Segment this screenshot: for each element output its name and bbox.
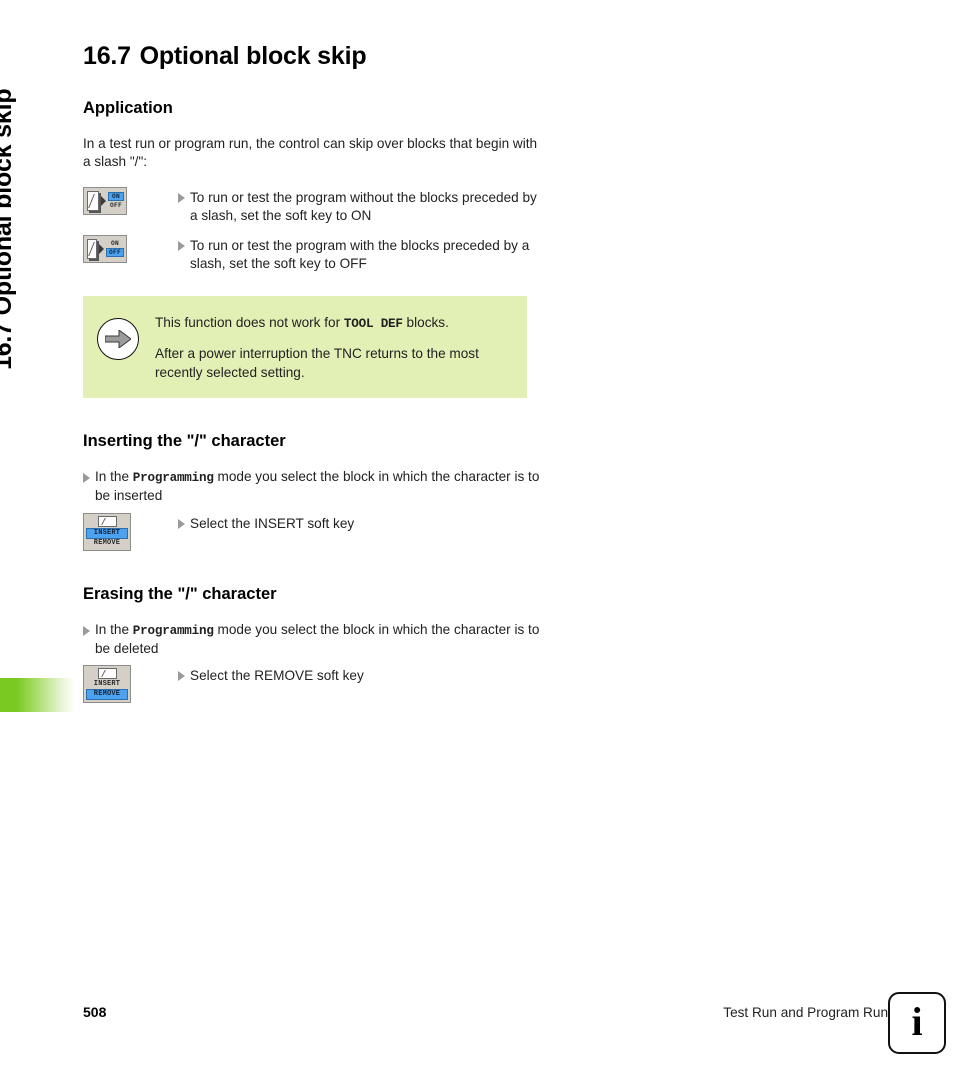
code-programming: Programming (132, 471, 214, 485)
softkey-label-remove: REMOVE (86, 689, 128, 701)
bullet-item: To run or test the program without the b… (178, 186, 543, 226)
slash-glyph-icon (87, 238, 97, 259)
softkey-insert-remove[interactable]: INSERT REMOVE (83, 512, 131, 551)
softkey-slot: INSERT REMOVE (83, 664, 178, 704)
note-line-1-after: blocks. (402, 314, 449, 330)
softkey-row-remove: INSERT REMOVE Select the REMOVE soft key (83, 664, 543, 704)
page-content: 16.7 Optional block skip Application In … (83, 42, 543, 711)
page-number: 508 (83, 1004, 107, 1020)
softkey-blockskip-on[interactable]: ON OFF (83, 186, 127, 215)
note-body: This function does not work for TOOL DEF… (155, 312, 513, 382)
bullet-text: To run or test the program with the bloc… (190, 237, 530, 272)
note-code-tool-def: TOOL DEF (343, 316, 403, 331)
bullet-text: Select the INSERT soft key (190, 515, 355, 531)
softkey-states: ON OFF (107, 192, 124, 210)
triangle-bullet-icon (83, 473, 90, 483)
bullet-text: Select the REMOVE soft key (190, 668, 364, 684)
slash-glyph-icon (87, 190, 99, 211)
arrow-right-circle-icon (97, 317, 139, 360)
bullet-item: Select the INSERT soft key (178, 512, 354, 533)
softkey-row-on: ON OFF To run or test the program withou… (83, 186, 543, 226)
triangle-bullet-icon (178, 192, 185, 203)
bullet-text: In the Programming mode you select the b… (95, 621, 543, 659)
note-line-1: This function does not work for TOOL DEF… (155, 314, 513, 333)
softkey-slot: ON OFF (83, 186, 178, 215)
info-icon: i (888, 992, 946, 1054)
softkey-state-off: OFF (109, 202, 122, 210)
code-programming: Programming (132, 623, 214, 638)
section-number: 16.7 (83, 42, 131, 70)
softkey-states: ON OFF (105, 240, 124, 258)
softkey-insert-remove[interactable]: INSERT REMOVE (83, 665, 131, 704)
softkey-label-insert: INSERT (93, 680, 121, 689)
note-line-2: After a power interruption the TNC retur… (155, 346, 479, 380)
note-line-1-before: This function does not work for (155, 314, 344, 330)
heading-erasing: Erasing the "/" character (83, 584, 277, 603)
softkey-slot: ON OFF (83, 234, 178, 263)
vertical-running-head: 16.7 Optional block skip (0, 40, 62, 370)
application-intro: In a test run or program run, the contro… (83, 136, 538, 170)
note-box: This function does not work for TOOL DEF… (83, 295, 527, 398)
page-footer: 508 Test Run and Program Run i (0, 992, 954, 1070)
softkey-state-on: ON (107, 192, 124, 202)
footer-chapter-title: Test Run and Program Run (723, 1005, 888, 1020)
bullet-text: To run or test the program without the b… (190, 189, 537, 224)
inserting-step-1: In the Programming mode you select the b… (83, 468, 543, 506)
slash-glyph-icon (97, 668, 117, 680)
page-title: 16.7 Optional block skip (83, 42, 543, 71)
step-text-before: In the (95, 469, 133, 484)
bullet-item: To run or test the program with the bloc… (178, 234, 543, 274)
chapter-thumb-tab (0, 678, 75, 712)
heading-application: Application (83, 99, 173, 117)
heading-inserting: Inserting the "/" character (83, 432, 286, 450)
step-text-before: In the (95, 621, 133, 637)
softkey-state-on: ON (110, 240, 119, 248)
section-title-text: Optional block skip (139, 42, 367, 70)
slash-glyph-icon (97, 515, 117, 527)
softkey-row-off: ON OFF To run or test the program with t… (83, 234, 543, 274)
softkey-label-remove: REMOVE (93, 538, 121, 547)
erasing-step-1: In the Programming mode you select the b… (83, 621, 543, 659)
vertical-running-head-text: 16.7 Optional block skip (0, 88, 17, 370)
triangle-bullet-icon (178, 518, 185, 529)
softkey-row-insert: INSERT REMOVE Select the INSERT soft key (83, 512, 543, 551)
triangle-bullet-icon (178, 671, 185, 682)
softkey-state-off: OFF (105, 248, 124, 258)
bullet-item: Select the REMOVE soft key (178, 664, 364, 685)
triangle-bullet-icon (83, 625, 90, 636)
softkey-blockskip-off[interactable]: ON OFF (83, 234, 127, 263)
info-icon-glyph: i (911, 999, 923, 1044)
triangle-bullet-icon (178, 240, 185, 251)
softkey-label-insert: INSERT (86, 527, 128, 539)
softkey-slot: INSERT REMOVE (83, 512, 178, 551)
bullet-text: In the Programming mode you select the b… (95, 468, 543, 506)
